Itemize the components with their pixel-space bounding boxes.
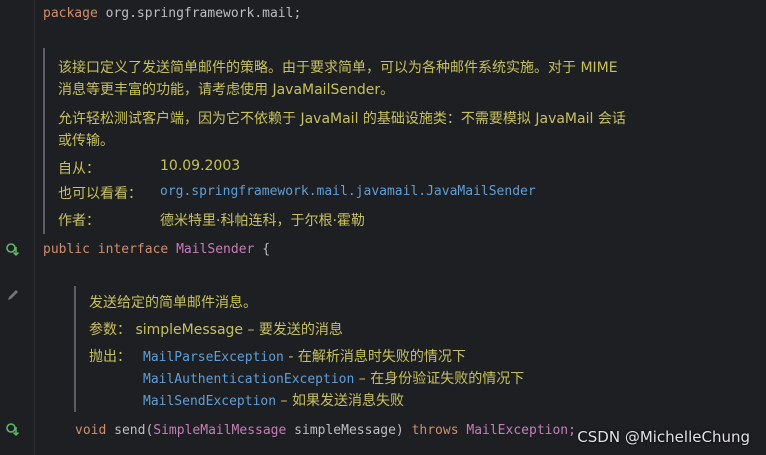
throws-item: MailAuthenticationException – 在身份验证失败的情况… <box>143 368 524 388</box>
implementations-icon[interactable] <box>6 243 20 257</box>
package-statement[interactable]: package org.springframework.mail; <box>43 5 301 23</box>
interface-declaration[interactable]: public interface MailSender { <box>43 241 270 259</box>
exception-link[interactable]: MailAuthenticationException <box>143 372 354 387</box>
void-keyword: void <box>75 423 107 438</box>
params-row: 参数： simpleMessage – 要发送的消息 <box>89 319 343 339</box>
exception-desc: - 在解析消息时失败的情况下 <box>283 349 466 365</box>
doc-para2-line2: 或传输。 <box>58 133 114 149</box>
method-name: send( <box>114 423 154 438</box>
author-value: 德米特里·科帕连科，于尔根·霍勒 <box>160 213 365 229</box>
param-name: simpleMessage <box>135 322 244 338</box>
editor-gutter <box>0 0 34 455</box>
interface-keyword: interface <box>97 242 169 257</box>
exception-link[interactable]: MailParseException <box>143 350 284 365</box>
package-keyword: package <box>43 6 98 21</box>
interface-javadoc: 该接口定义了发送简单邮件的策略。由于要求简单，可以为各种邮件系统实施。对于 MI… <box>43 48 745 234</box>
param-desc: – 要发送的消息 <box>243 322 343 338</box>
params-label: 参数： <box>89 322 131 338</box>
see-also-label: 也可以看看： <box>58 186 142 202</box>
method-javadoc: 发送给定的简单邮件消息。 参数： simpleMessage – 要发送的消息 … <box>74 286 616 412</box>
method-declaration[interactable]: void send(SimpleMailMessage simpleMessag… <box>75 422 576 440</box>
public-keyword: public <box>43 242 90 257</box>
see-also-link[interactable]: org.springframework.mail.javamail.JavaMa… <box>160 184 536 199</box>
exception-desc: – 在身份验证失败的情况下 <box>354 371 525 387</box>
edit-pencil-icon[interactable] <box>6 288 20 302</box>
watermark: CSDN @MichelleChung <box>577 428 750 446</box>
open-brace: { <box>262 242 271 257</box>
param-name-code: simpleMessage) <box>294 423 404 438</box>
package-name: org.springframework.mail; <box>105 6 302 21</box>
exception-type: MailException; <box>466 423 576 438</box>
doc-para2-line1: 允许轻松测试客户端，因为它不依赖于 JavaMail 的基础设施类：不需要模拟 … <box>58 111 626 127</box>
implementations-icon[interactable] <box>6 423 20 437</box>
throws-keyword: throws <box>411 423 459 438</box>
doc-para1-line1: 该接口定义了发送简单邮件的策略。由于要求简单，可以为各种邮件系统实施。对于 MI… <box>58 60 618 76</box>
doc-para1-line2: 消息等更丰富的功能，请考虑使用 JavaMailSender。 <box>58 82 395 98</box>
throws-item: MailSendException – 如果发送消息失败 <box>143 390 404 410</box>
throws-item: MailParseException - 在解析消息时失败的情况下 <box>143 346 466 366</box>
throws-label: 抛出： <box>89 349 131 365</box>
author-label: 作者： <box>58 213 100 229</box>
since-label: 自从： <box>58 161 100 177</box>
interface-name: MailSender <box>176 242 255 257</box>
exception-link[interactable]: MailSendException <box>143 394 276 409</box>
method-summary: 发送给定的简单邮件消息。 <box>89 295 257 311</box>
gutter-divider <box>34 0 35 455</box>
since-value: 10.09.2003 <box>160 158 241 174</box>
param-type: SimpleMailMessage <box>153 423 287 438</box>
exception-desc: – 如果发送消息失败 <box>276 393 404 409</box>
